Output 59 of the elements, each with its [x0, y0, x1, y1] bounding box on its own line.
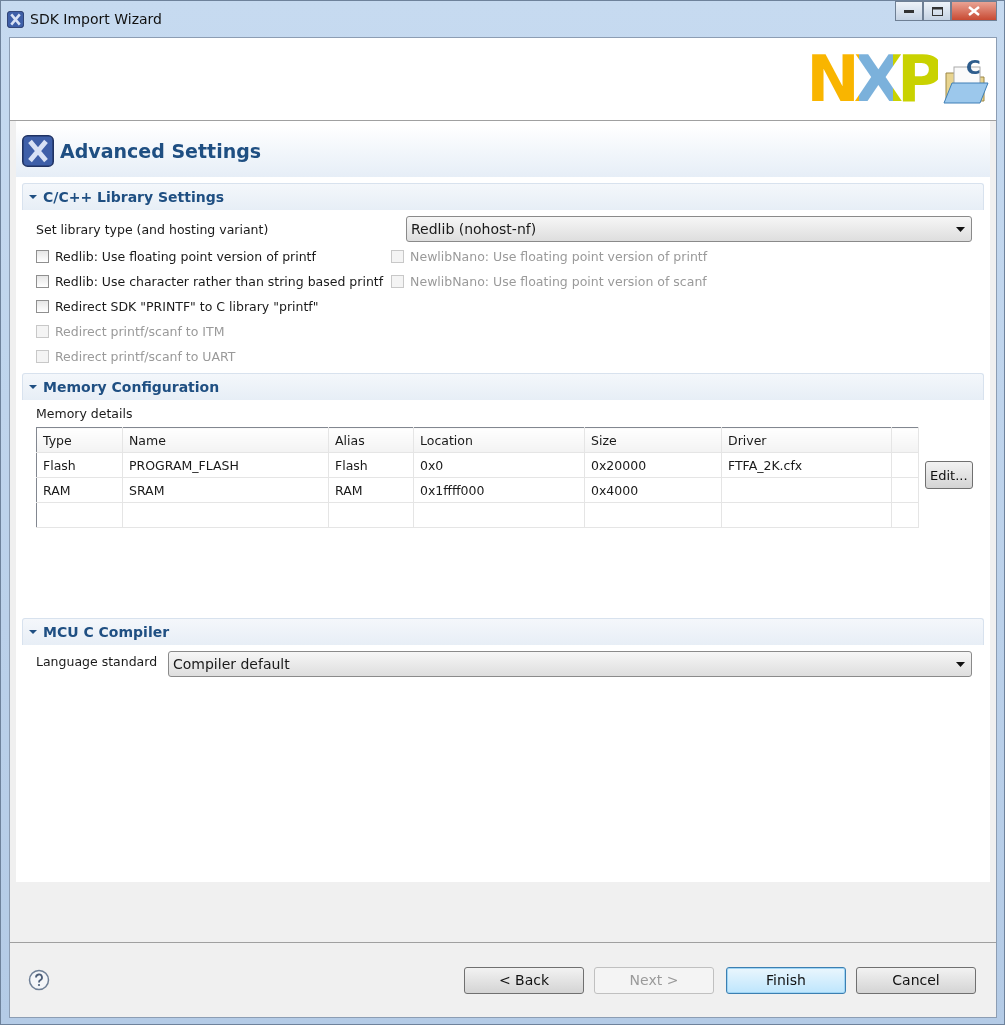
table-label: Memory details [36, 406, 134, 421]
wizard-button[interactable]: < Back [464, 966, 584, 994]
wizard-button[interactable]: Finish [726, 966, 846, 994]
maximize-button[interactable] [923, 1, 951, 21]
table-cell: Flash [36, 452, 123, 478]
checkbox-label: NewlibNano: Use floating point version of scanf [410, 274, 707, 289]
edit-button[interactable]: Edit... [925, 461, 973, 489]
field-label: Language standard [36, 654, 159, 669]
table-cell: RAM [328, 477, 414, 503]
table-cell: 0x20000 [584, 452, 722, 478]
collapse-icon[interactable] [29, 193, 37, 201]
table-cell: RAM [36, 477, 123, 503]
checkbox-label: Redlib: Use floating point version of printf [55, 249, 316, 264]
collapse-icon[interactable] [29, 383, 37, 391]
column-header[interactable]: Type [36, 427, 123, 453]
column-header[interactable]: Size [584, 427, 722, 453]
section-header[interactable]: Memory Configuration [22, 373, 984, 400]
table-cell: PROGRAM_FLASH [122, 452, 329, 478]
library-type-dropdown[interactable]: Redlib (nohost-nf) [406, 216, 972, 242]
table-cell: SRAM [122, 477, 329, 503]
section-title: C/C++ Library Settings [43, 189, 225, 205]
maximize-icon [931, 6, 943, 16]
minimize-icon [904, 9, 914, 13]
folder-label: C [966, 55, 981, 79]
table-cell: 0x4000 [584, 477, 722, 503]
checkbox-label: Redirect printf/scanf to ITM [55, 324, 225, 339]
table-cell: 0x0 [413, 452, 585, 478]
close-icon [968, 6, 980, 16]
table-cell: 0x1ffff000 [413, 477, 585, 503]
column-header[interactable]: Name [122, 427, 329, 453]
column-header[interactable]: Driver [721, 427, 892, 453]
column-header[interactable]: Location [413, 427, 585, 453]
help-icon[interactable] [28, 969, 50, 991]
checkbox[interactable] [36, 250, 49, 263]
dropdown-caret-icon [956, 661, 965, 667]
window-title: SDK Import Wizard [30, 11, 162, 27]
checkbox[interactable] [36, 275, 49, 288]
language-standard-dropdown[interactable]: Compiler default [168, 651, 972, 677]
close-button[interactable] [951, 1, 997, 21]
checkbox-label: Redlib: Use character rather than string based printf [55, 274, 384, 289]
column-header[interactable]: Alias [328, 427, 414, 453]
page-title: Advanced Settings [60, 140, 262, 162]
checkbox-label: NewlibNano: Use floating point version of printf [410, 249, 708, 264]
table-cell: FTFA_2K.cfx [721, 452, 892, 478]
section-title: Memory Configuration [43, 379, 220, 395]
table-cell: Flash [328, 452, 414, 478]
dropdown-caret-icon [956, 226, 965, 232]
wizard-button[interactable]: Cancel [856, 966, 976, 994]
section-header[interactable]: MCU C Compiler [22, 618, 984, 645]
field-label: Set library type (and hosting variant) [36, 221, 270, 237]
collapse-icon[interactable] [29, 628, 37, 636]
app-icon [7, 10, 24, 28]
app-icon [22, 135, 54, 167]
minimize-button[interactable] [895, 1, 923, 21]
checkbox-label: Redirect SDK "PRINTF" to C library "printf" [55, 299, 319, 314]
section-title: MCU C Compiler [43, 624, 170, 640]
checkbox-label: Redirect printf/scanf to UART [55, 349, 236, 364]
section-header[interactable]: C/C++ Library Settings [22, 183, 984, 210]
checkbox[interactable] [36, 300, 49, 313]
